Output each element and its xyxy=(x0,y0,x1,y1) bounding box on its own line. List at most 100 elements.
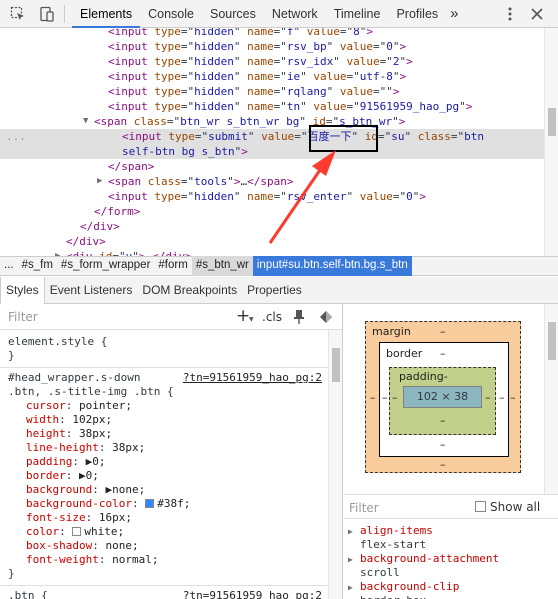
breadcrumb-item[interactable]: input#su.btn.self-btn.bg.s_btn xyxy=(252,256,412,276)
tab-timeline[interactable]: Timeline xyxy=(326,0,389,28)
css-property-value[interactable]: pointer; xyxy=(79,399,132,412)
padding-left-value[interactable]: – xyxy=(392,391,398,404)
rule-selector[interactable]: .btn, .s-title-img .btn { xyxy=(8,385,174,399)
inspect-element-icon[interactable] xyxy=(10,6,26,22)
elements-scrollbar-thumb[interactable] xyxy=(548,108,556,136)
css-property-name[interactable]: color xyxy=(26,525,59,538)
styles-filter-input[interactable]: Filter xyxy=(8,310,38,324)
margin-bottom-value[interactable]: – xyxy=(440,458,446,471)
css-property[interactable]: border: ▶0; xyxy=(26,469,99,483)
computed-scrollbar[interactable] xyxy=(544,304,558,494)
tab-profiles[interactable]: Profiles xyxy=(388,0,446,28)
css-property-value[interactable]: ▶0; xyxy=(86,455,106,468)
dom-node-line[interactable]: <input type="hidden" name="rsv_idx" valu… xyxy=(0,54,544,69)
css-property[interactable]: padding: ▶0; xyxy=(26,455,105,469)
computed-filter-input[interactable]: Filter xyxy=(349,501,379,515)
computed-property-name[interactable]: background-attachment xyxy=(360,552,499,566)
more-tabs-button[interactable]: » xyxy=(446,0,462,28)
css-property-value[interactable]: #38f; xyxy=(157,497,190,510)
breadcrumb-item[interactable]: #s_btn_wr xyxy=(191,256,253,276)
css-property[interactable]: cursor: pointer; xyxy=(26,399,132,413)
dom-node-line[interactable]: <input type="hidden" name="rsv_enter" va… xyxy=(0,189,544,204)
tab-dom-breakpoints[interactable]: DOM Breakpoints xyxy=(137,277,242,304)
margin-left-value[interactable]: – xyxy=(370,391,376,404)
css-property-name[interactable]: font-weight xyxy=(26,553,99,566)
computed-property-name[interactable]: background-clip xyxy=(360,580,459,594)
css-property-name[interactable]: width xyxy=(26,413,59,426)
padding-bottom-value[interactable]: – xyxy=(440,414,446,427)
css-property[interactable]: line-height: 38px; xyxy=(26,441,145,455)
css-property-value[interactable]: 16px; xyxy=(99,511,132,524)
styles-scrollbar[interactable] xyxy=(328,330,342,599)
css-property-value[interactable]: normal; xyxy=(112,553,158,566)
css-property-name[interactable]: background-color xyxy=(26,497,132,510)
tab-styles[interactable]: Styles xyxy=(0,277,45,304)
breadcrumb-item[interactable]: ... xyxy=(0,256,18,276)
css-property-value[interactable]: 102px; xyxy=(72,413,112,426)
css-property-value[interactable]: ▶0; xyxy=(79,469,99,482)
expand-triangle-icon[interactable]: ▶ xyxy=(348,583,353,592)
expand-triangle-icon[interactable]: ▶ xyxy=(348,555,353,564)
dom-node-line[interactable]: <input type="hidden" name="tn" value="91… xyxy=(0,99,544,114)
tab-event-listeners[interactable]: Event Listeners xyxy=(45,277,138,304)
breadcrumb-item[interactable]: #s_fm xyxy=(18,256,57,276)
tab-network[interactable]: Network xyxy=(264,0,326,28)
css-property-value[interactable]: 38px; xyxy=(112,441,145,454)
border-left-value[interactable]: – xyxy=(382,391,388,404)
rule2-selector[interactable]: .btn { xyxy=(8,589,48,599)
css-property[interactable]: color: white; xyxy=(26,525,124,539)
css-property[interactable]: font-size: 16px; xyxy=(26,511,132,525)
element-style-selector[interactable]: element.style { xyxy=(8,335,107,349)
dom-node-line[interactable]: self-btn bg s_btn"> xyxy=(0,144,544,159)
css-property-name[interactable]: box-shadow xyxy=(26,539,92,552)
css-property[interactable]: background-color: #38f; xyxy=(26,497,190,511)
computed-property-name[interactable]: align-items xyxy=(360,524,433,538)
dom-node-line[interactable]: ▼ <span class="btn_wr s_btn_wr bg" id="s_… xyxy=(0,114,544,129)
dom-node-line[interactable]: ▶ <div id="u">…</div> xyxy=(0,249,544,256)
css-property[interactable]: height: 38px; xyxy=(26,427,112,441)
dom-node-line[interactable]: ▶ <span class="tools">…</span> xyxy=(0,174,544,189)
computed-scrollbar-thumb[interactable] xyxy=(548,322,556,360)
expand-triangle-icon[interactable]: ▶ xyxy=(97,174,102,189)
dom-node-line[interactable]: <input type="hidden" name="rsv_bp" value… xyxy=(0,39,544,54)
dom-node-line[interactable]: <input type="hidden" name="ie" value="ut… xyxy=(0,69,544,84)
css-property[interactable]: box-shadow: none; xyxy=(26,539,139,553)
dom-node-line[interactable]: ... <input type="submit" value="百度一下" id=… xyxy=(0,129,544,144)
expand-triangle-icon[interactable]: ▶ xyxy=(55,249,60,256)
color-swatch[interactable] xyxy=(72,527,82,536)
element-state-icon[interactable] xyxy=(318,309,334,325)
css-property-name[interactable]: height xyxy=(26,427,66,440)
node-actions-icon[interactable]: ... xyxy=(6,129,26,144)
border-top-value[interactable]: – xyxy=(440,347,446,360)
show-all-checkbox[interactable] xyxy=(475,501,486,512)
dom-node-line[interactable]: </div> xyxy=(0,234,544,249)
css-property-name[interactable]: font-size xyxy=(26,511,86,524)
tab-properties[interactable]: Properties xyxy=(242,277,307,304)
expand-triangle-icon[interactable]: ▶ xyxy=(348,527,353,536)
collapse-triangle-icon[interactable]: ▼ xyxy=(83,114,88,129)
padding-right-value[interactable]: – xyxy=(485,391,491,404)
margin-right-value[interactable]: – xyxy=(510,391,516,404)
border-right-value[interactable]: – xyxy=(499,391,505,404)
rule2-source-link[interactable]: ?tn=91561959_hao_pg:2 xyxy=(183,589,322,599)
tab-sources[interactable]: Sources xyxy=(202,0,264,28)
tab-elements[interactable]: Elements xyxy=(72,0,141,28)
dom-node-line[interactable]: </span> xyxy=(0,159,544,174)
color-swatch[interactable] xyxy=(145,499,155,508)
add-rule-dropdown-icon[interactable]: ▼ xyxy=(249,316,254,323)
breadcrumb-item[interactable]: #form xyxy=(154,256,191,276)
css-property-name[interactable]: cursor xyxy=(26,399,66,412)
dom-node-line[interactable]: </div> xyxy=(0,219,544,234)
cls-toggle-button[interactable]: .cls xyxy=(262,310,282,324)
css-property-value[interactable]: white; xyxy=(84,525,124,538)
dom-node-line[interactable]: <input type="hidden" name="rqlang" value… xyxy=(0,84,544,99)
margin-top-value[interactable]: – xyxy=(440,325,446,338)
dom-node-line[interactable]: </form> xyxy=(0,204,544,219)
css-property-name[interactable]: padding xyxy=(26,455,72,468)
pin-icon[interactable] xyxy=(292,309,306,325)
elements-scrollbar[interactable] xyxy=(544,28,558,256)
css-property[interactable]: font-weight: normal; xyxy=(26,553,158,567)
styles-scrollbar-thumb[interactable] xyxy=(332,348,340,382)
css-property[interactable]: width: 102px; xyxy=(26,413,112,427)
device-mode-icon[interactable] xyxy=(39,6,55,22)
